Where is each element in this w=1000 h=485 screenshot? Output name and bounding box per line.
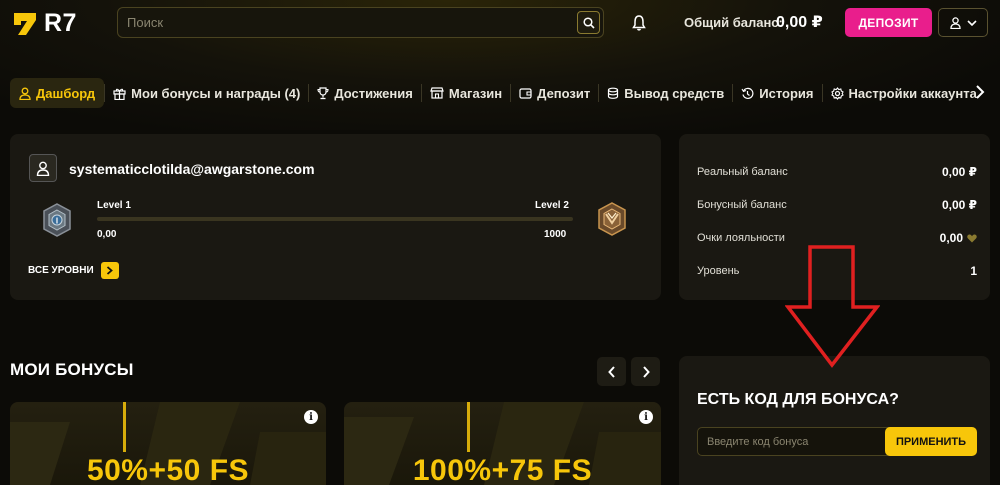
bonus-code-input[interactable] — [697, 427, 907, 456]
balance-label: Реальный баланс — [697, 166, 788, 178]
level-1-badge-icon: I — [43, 203, 71, 237]
balance-value: 0,00 ₽ — [941, 198, 977, 212]
all-levels-link[interactable]: ВСЕ УРОВНИ — [28, 262, 119, 279]
total-balance-label: Общий баланс: — [684, 15, 783, 30]
bonus-card[interactable]: 50%+50 FS i — [10, 402, 326, 485]
loyalty-value: 0,00 — [940, 231, 977, 245]
total-balance-value: 0,00 ₽ — [776, 14, 823, 31]
gift-icon — [113, 88, 126, 100]
level-2-badge-icon — [598, 202, 626, 236]
deposit-button[interactable]: ДЕПОЗИТ — [845, 8, 932, 37]
arrow-right-icon — [100, 262, 119, 279]
chevron-right-icon — [642, 365, 650, 378]
tab-label: Мои бонусы и награды (4) — [131, 85, 301, 101]
svg-text:I: I — [56, 217, 58, 226]
tab-deposit[interactable]: Депозит — [511, 78, 598, 108]
all-levels-label: ВСЕ УРОВНИ — [28, 265, 94, 276]
chevron-down-icon — [966, 19, 977, 26]
wallet-icon — [519, 88, 532, 99]
bonus-card-title: 50%+50 FS — [86, 454, 250, 485]
annotation-arrow-icon — [785, 245, 880, 368]
logo[interactable]: R7 — [12, 9, 77, 38]
tab-shop[interactable]: Магазин — [422, 78, 510, 108]
tab-label: Настройки аккаунта — [848, 85, 977, 101]
top-header: R7 Общий баланс: 0,00 ₽ ДЕПОЗИТ — [0, 0, 1000, 46]
chevron-left-icon — [607, 365, 615, 378]
tab-label: Достижения — [334, 85, 413, 101]
search-input[interactable] — [127, 8, 567, 37]
balance-value: 0,00 ₽ — [941, 165, 977, 179]
bonuses-prev-button[interactable] — [597, 357, 626, 386]
bonus-card-title: 100%+75 FS — [412, 454, 593, 485]
tab-history[interactable]: История — [733, 78, 821, 108]
balance-value: 1 — [970, 264, 977, 278]
user-email: systematicclotilda@awgarstone.com — [69, 161, 315, 177]
balance-label: Бонусный баланс — [697, 199, 787, 211]
profile-card: systematicclotilda@awgarstone.com I Leve… — [10, 134, 661, 300]
info-icon[interactable]: i — [639, 410, 653, 424]
tab-withdraw[interactable]: Вывод средств — [599, 78, 732, 108]
bonus-card[interactable]: 100%+75 FS i — [344, 402, 661, 485]
history-icon — [741, 87, 754, 99]
target-points: 1000 — [544, 229, 567, 240]
balance-value: 0,00 — [939, 231, 963, 245]
bonus-code-title: ЕСТЬ КОД ДЛЯ БОНУСА? — [697, 391, 899, 408]
balance-label: Очки лояльности — [697, 232, 785, 244]
heart-icon — [967, 234, 977, 242]
info-icon[interactable]: i — [304, 410, 318, 424]
chevron-right-icon[interactable] — [974, 84, 986, 100]
next-level-label: Level 2 — [535, 200, 569, 211]
logo-icon — [14, 12, 36, 35]
user-icon — [19, 87, 31, 100]
user-menu-button[interactable] — [938, 8, 988, 37]
logo-text: R7 — [44, 9, 77, 37]
bonus-code-card: ЕСТЬ КОД ДЛЯ БОНУСА? ПРИМЕНИТЬ — [679, 356, 990, 485]
user-icon — [949, 16, 961, 29]
search-icon — [582, 16, 595, 29]
tab-label: Депозит — [537, 85, 591, 101]
coins-icon — [608, 87, 619, 99]
shop-icon — [429, 87, 444, 99]
tab-label: Вывод средств — [624, 85, 725, 101]
bonuses-next-button[interactable] — [631, 357, 660, 386]
balance-label: Уровень — [697, 265, 740, 277]
tab-bonuses[interactable]: Мои бонусы и награды (4) — [105, 78, 308, 108]
trophy-icon — [317, 86, 329, 99]
apply-bonus-button[interactable]: ПРИМЕНИТЬ — [885, 427, 977, 456]
level-progress-bar — [97, 217, 573, 221]
tab-label: История — [759, 85, 814, 101]
user-icon — [36, 161, 50, 176]
search-box — [117, 7, 604, 38]
avatar — [29, 154, 57, 182]
search-button[interactable] — [577, 11, 600, 34]
current-points: 0,00 — [97, 229, 117, 240]
tab-account-settings[interactable]: Настройки аккаунта — [823, 78, 985, 108]
bell-icon[interactable] — [631, 14, 647, 32]
account-tabs: Дашборд Мои бонусы и награды (4) Достиже… — [10, 78, 1000, 108]
tab-dashboard[interactable]: Дашборд — [10, 78, 105, 108]
current-level-label: Level 1 — [97, 200, 131, 211]
tab-label: Магазин — [448, 85, 503, 101]
tab-achievements[interactable]: Достижения — [309, 78, 420, 108]
gear-icon — [830, 86, 844, 100]
balance-row-real: Реальный баланс 0,00 ₽ — [697, 165, 977, 182]
balance-row-bonus: Бонусный баланс 0,00 ₽ — [697, 198, 977, 215]
tab-label: Дашборд — [36, 85, 96, 101]
my-bonuses-title: МОИ БОНУСЫ — [10, 360, 134, 379]
